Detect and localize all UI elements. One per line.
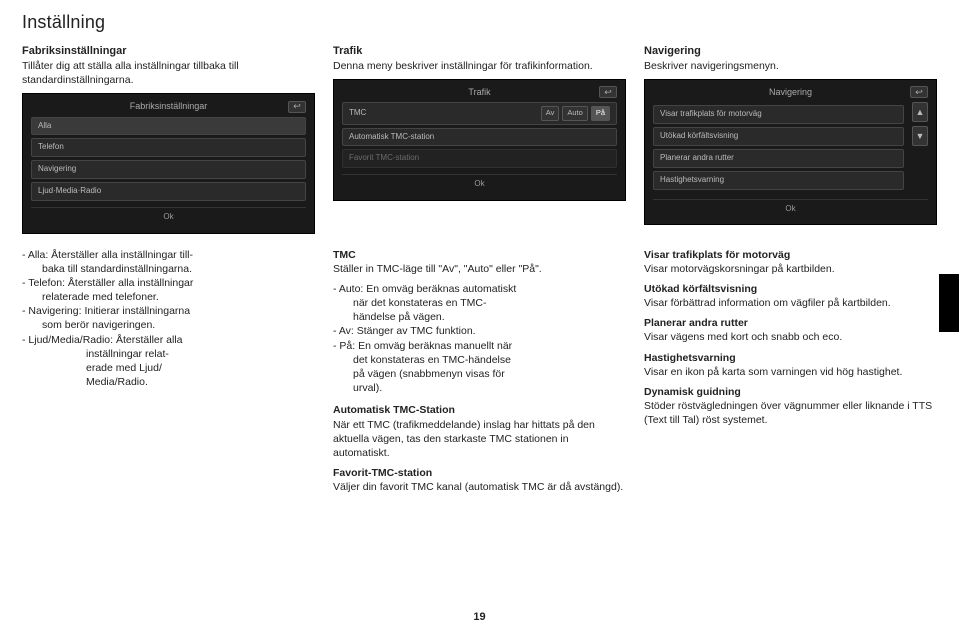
body-text: Visar en ikon på karta som varningen vid… (644, 366, 902, 378)
list-item[interactable]: Visar trafikplats för motorväg (653, 105, 904, 124)
scroll-up-icon[interactable]: ▲ (912, 102, 928, 122)
body-text: på vägen (snabbmenyn visas för (333, 367, 626, 381)
bottom-col-2: TMC Ställer in TMC-läge till "Av", "Auto… (333, 248, 626, 501)
list-item[interactable]: Planerar andra rutter (653, 149, 904, 168)
device-nav-title: Navigering (671, 86, 910, 98)
list-item[interactable]: Ljud·Media·Radio (31, 182, 306, 201)
device-trafik-title: Trafik (360, 86, 599, 98)
top-col-2: Trafik Denna meny beskriver inställninga… (333, 44, 626, 233)
tmc-label: TMC (349, 108, 366, 119)
tmc-auto[interactable]: Auto (562, 106, 587, 120)
body-text: relaterade med telefoner. (22, 290, 315, 304)
body-text: - Navigering: Initierar inställningarna (22, 304, 315, 318)
list-item[interactable]: Alla (31, 117, 306, 136)
body-text: Väljer din favorit TMC kanal (automatisk… (333, 481, 623, 493)
term-hastighet: Hastighetsvarning (644, 352, 736, 364)
head-trafik: Trafik (333, 44, 626, 59)
desc-trafik: Denna meny beskriver inställningar för t… (333, 59, 626, 73)
list-item: Favorit TMC-station (342, 149, 617, 168)
body-text: som berör navigeringen. (22, 318, 315, 332)
page-title: Inställning (22, 10, 937, 34)
bottom-col-1: - Alla: Återställer alla inställningar t… (22, 248, 315, 501)
device-trafik: Trafik ↩ TMC Av Auto På Automatisk TMC-s… (333, 79, 626, 201)
term-planerar: Planerar andra rutter (644, 317, 748, 329)
body-text: - Ljud/Media/Radio: Återställer alla (22, 333, 315, 347)
body-text: - Av: Stänger av TMC funktion. (333, 324, 626, 338)
body-text: - Telefon: Återställer alla inställninga… (22, 276, 315, 290)
term-tmc: TMC (333, 249, 356, 261)
bottom-col-3: Visar trafikplats för motorväg Visar mot… (644, 248, 937, 501)
body-text: När ett TMC (trafikmeddelande) inslag ha… (333, 419, 595, 459)
body-text: Visar vägens med kort och snabb och eco. (644, 331, 842, 343)
device-nav: Navigering ↩ Visar trafikplats för motor… (644, 79, 937, 225)
body-text: - Auto: En omväg beräknas automatiskt (333, 282, 626, 296)
page-number: 19 (0, 610, 959, 625)
list-item[interactable]: Utökad körfältsvisning (653, 127, 904, 146)
term-visar: Visar trafikplats för motorväg (644, 249, 790, 261)
body-text: händelse på vägen. (333, 310, 626, 324)
ok-button[interactable]: Ok (342, 174, 617, 190)
body-text: - Alla: Återställer alla inställningar t… (22, 248, 315, 262)
device-fabrik-title: Fabriksinställningar (49, 100, 288, 112)
head-fabrik: Fabriksinställningar (22, 44, 315, 59)
scroll-down-icon[interactable]: ▼ (912, 126, 928, 146)
body-text: Visar förbättrad information om vägfiler… (644, 297, 891, 309)
ok-button[interactable]: Ok (653, 199, 928, 215)
body-text: inställningar relat- (22, 347, 315, 361)
list-item[interactable]: Hastighetsvarning (653, 171, 904, 190)
bottom-row: - Alla: Återställer alla inställningar t… (22, 248, 937, 501)
back-icon[interactable]: ↩ (910, 86, 928, 98)
body-text: när det konstateras en TMC- (333, 296, 626, 310)
body-text: erade med Ljud/ (22, 361, 315, 375)
desc-nav: Beskriver navigeringsmenyn. (644, 59, 937, 73)
ok-button[interactable]: Ok (31, 207, 306, 223)
back-icon[interactable]: ↩ (599, 86, 617, 98)
list-item[interactable]: Navigering (31, 160, 306, 179)
top-row: Fabriksinställningar Tillåter dig att st… (22, 44, 937, 233)
body-text: Media/Radio. (22, 375, 315, 389)
list-item[interactable]: Automatisk TMC-station (342, 128, 617, 147)
head-nav: Navigering (644, 44, 937, 59)
tmc-off[interactable]: Av (541, 106, 560, 120)
list-item[interactable]: Telefon (31, 138, 306, 157)
body-text: urval). (333, 381, 626, 395)
term-dynamisk: Dynamisk guidning (644, 386, 741, 398)
top-col-3: Navigering Beskriver navigeringsmenyn. N… (644, 44, 937, 233)
term-autotmc: Automatisk TMC-Station (333, 404, 455, 416)
term-utokad: Utökad körfältsvisning (644, 283, 757, 295)
term-favtmc: Favorit-TMC-station (333, 467, 432, 479)
body-text: Ställer in TMC-läge till "Av", "Auto" el… (333, 263, 542, 275)
body-text: baka till standardinställningarna. (22, 262, 315, 276)
tmc-row: TMC Av Auto På (342, 102, 617, 124)
body-text: det konstateras en TMC-händelse (333, 353, 626, 367)
body-text: - På: En omväg beräknas manuellt när (333, 339, 626, 353)
desc-fabrik: Tillåter dig att ställa alla inställning… (22, 59, 315, 87)
body-text: Stöder röstvägledningen över vägnummer e… (644, 400, 932, 426)
back-icon[interactable]: ↩ (288, 101, 306, 113)
body-text: Visar motorvägskorsningar på kartbilden. (644, 263, 835, 275)
tmc-on[interactable]: På (591, 106, 610, 120)
side-tab-marker (939, 274, 959, 332)
device-fabrik: Fabriksinställningar ↩ Alla Telefon Navi… (22, 93, 315, 233)
top-col-1: Fabriksinställningar Tillåter dig att st… (22, 44, 315, 233)
